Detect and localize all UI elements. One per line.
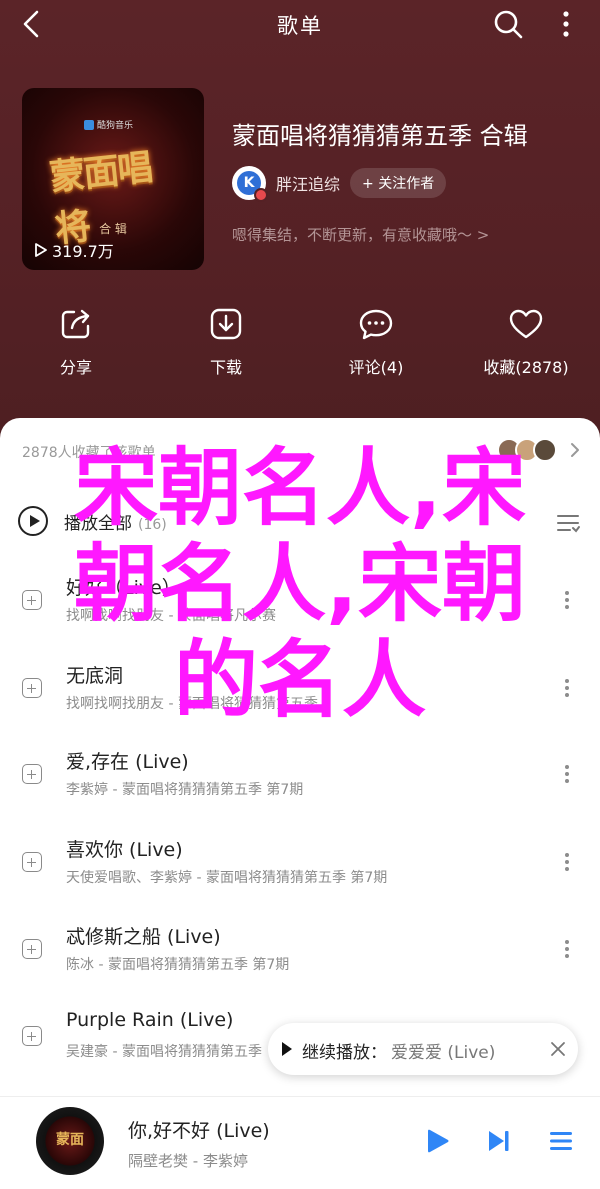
song-subtitle: 找啊找啊找朋友 - 蒙面唱将猜猜猜第五季 [66, 696, 318, 712]
list-item[interactable]: 忒修斯之船 (Live) 陈冰 - 蒙面唱将猜猜猜第五季 第7期 [0, 911, 600, 991]
share-icon [61, 309, 90, 339]
song-subtitle: 找啊找啊找朋友 - 蒙面唱将凡尔赛 [66, 608, 276, 624]
download-button[interactable]: 下载 [156, 306, 296, 378]
song-title: 忒修斯之船 (Live) [66, 926, 221, 948]
comment-button[interactable]: 评论(4) [306, 306, 446, 378]
search-icon[interactable] [490, 6, 526, 42]
list-item[interactable]: 爱,存在 (Live) 李紫婷 - 蒙面唱将猜猜猜第五季 第7期 [0, 736, 600, 816]
album-description[interactable]: 嗯得集结，不断更新，有意收藏哦～ > [232, 224, 489, 245]
play-icon[interactable] [424, 1127, 452, 1155]
more-icon[interactable] [560, 937, 574, 963]
more-icon[interactable] [560, 676, 574, 702]
add-to-queue-icon[interactable] [22, 678, 42, 698]
play-all-icon[interactable] [18, 506, 48, 536]
cover-logo: 蒙面唱将 [47, 146, 154, 251]
comment-icon [359, 309, 393, 340]
album-cover[interactable]: 酷狗音乐 蒙面唱将 合 辑 319.7万 [22, 88, 204, 270]
share-button[interactable]: 分享 [6, 306, 146, 378]
add-to-queue-icon[interactable] [22, 852, 42, 872]
heart-icon [509, 309, 543, 339]
song-subtitle: 吴建豪 - 蒙面唱将猜猜猜第五季 [66, 1044, 262, 1060]
add-to-queue-icon[interactable] [22, 764, 42, 784]
action-bar: 分享 下载 评论(4) 收藏(2878) [0, 306, 600, 386]
list-item[interactable]: 好好（Live） 找啊找啊找朋友 - 蒙面唱将凡尔赛 [0, 562, 600, 642]
creator-name[interactable]: 胖汪追综 [276, 171, 340, 195]
next-track-icon[interactable] [485, 1127, 513, 1155]
play-all-label[interactable]: 播放全部 (16) [64, 509, 167, 534]
add-to-queue-icon[interactable] [22, 590, 42, 610]
avatar [533, 438, 557, 462]
add-to-queue-icon[interactable] [22, 1026, 42, 1046]
collect-button[interactable]: 收藏(2878) [456, 306, 596, 378]
playlist-header: 歌单 酷狗音乐 蒙面唱将 合 辑 319.7万 蒙面唱将猜猜猜第五季 合辑 K … [0, 0, 600, 440]
song-subtitle: 李紫婷 - 蒙面唱将猜猜猜第五季 第7期 [66, 782, 304, 798]
continue-playing-toast[interactable]: 继续播放： 爱爱爱 (Live) [268, 1023, 578, 1075]
more-icon[interactable] [560, 588, 574, 614]
playlist-queue-icon[interactable] [548, 1127, 574, 1155]
toast-label: 继续播放： [302, 1043, 387, 1063]
play-count: 319.7万 [34, 238, 114, 262]
kugou-logo-icon [84, 119, 94, 130]
song-title: 爱,存在 (Live) [66, 751, 189, 773]
avatar[interactable]: K [232, 166, 268, 202]
collectors-row[interactable]: 2878人收藏了该歌单 [0, 418, 600, 482]
more-icon[interactable] [548, 6, 584, 42]
nav-bar: 歌单 [0, 0, 600, 46]
creator-row: K 胖汪追综 + 关注作者 [232, 166, 447, 202]
close-icon[interactable] [549, 1040, 567, 1058]
cover-subtitle: 合 辑 [99, 222, 127, 236]
sort-list-icon[interactable] [555, 510, 581, 536]
play-all-row[interactable]: 播放全部 (16) [0, 502, 600, 542]
play-icon [282, 1042, 292, 1056]
song-subtitle: 陈冰 - 蒙面唱将猜猜猜第五季 第7期 [66, 957, 290, 973]
toast-song: 爱爱爱 (Live) [391, 1043, 496, 1063]
play-count-icon [35, 243, 47, 257]
collectors-text: 2878人收藏了该歌单 [22, 445, 156, 461]
list-item[interactable]: 喜欢你 (Live) 天使爱唱歌、李紫婷 - 蒙面唱将猜猜猜第五季 第7期 [0, 824, 600, 904]
mini-player[interactable]: 蒙面 你,好不好 (Live) 隔壁老樊 - 李紫婷 [0, 1096, 600, 1189]
song-title: 喜欢你 (Live) [66, 839, 183, 861]
now-playing-title: 你,好不好 (Live) [128, 1120, 270, 1142]
cover-badge: 酷狗音乐 [84, 118, 133, 131]
more-icon[interactable] [560, 850, 574, 876]
chevron-right-icon [571, 443, 579, 457]
album-title: 蒙面唱将猜猜猜第五季 合辑 [232, 122, 528, 150]
song-subtitle: 天使爱唱歌、李紫婷 - 蒙面唱将猜猜猜第五季 第7期 [66, 870, 388, 886]
song-title: Purple Rain (Live) [66, 1009, 234, 1031]
verified-badge-icon [254, 188, 268, 202]
list-item[interactable]: 无底洞 找啊找啊找朋友 - 蒙面唱将猜猜猜第五季 [0, 650, 600, 730]
add-to-queue-icon[interactable] [22, 939, 42, 959]
song-title: 好好（Live） [66, 577, 181, 599]
now-playing-artist: 隔壁老樊 - 李紫婷 [128, 1152, 248, 1170]
follow-button[interactable]: + 关注作者 [350, 168, 447, 198]
more-icon[interactable] [560, 762, 574, 788]
song-title: 无底洞 [66, 665, 124, 687]
download-icon [210, 308, 242, 340]
now-playing-cover[interactable]: 蒙面 [36, 1107, 104, 1175]
